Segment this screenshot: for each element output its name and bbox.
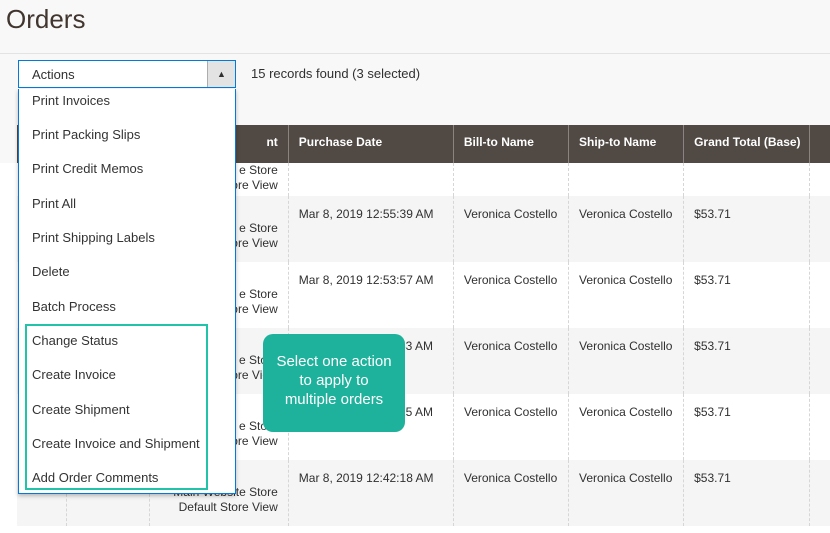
row-bill-to-cell: Veronica Costello xyxy=(452,196,568,262)
row-ship-to-cell: Veronica Costello xyxy=(568,328,683,394)
row-ship-to-cell: Veronica Costello xyxy=(567,196,683,262)
callout-line1: Select one action xyxy=(276,353,392,370)
row-extra-cell xyxy=(809,394,830,460)
row-extra-cell xyxy=(808,262,830,328)
row-bill-to-cell: Veronica Costello xyxy=(452,460,568,526)
row-ship-to-cell: Veronica Costello xyxy=(567,262,683,328)
row-store-line1: e Store xyxy=(239,163,278,177)
menu-item-print-all[interactable]: Print All xyxy=(32,196,76,211)
caret-up-icon[interactable]: ▲ xyxy=(207,61,235,87)
header-divider xyxy=(0,53,830,54)
row-store-line2: ore View xyxy=(231,434,278,448)
row-store-line2: ore View xyxy=(231,178,278,192)
row-total-cell: $53.71 xyxy=(683,262,809,328)
column-header-bill-to-name[interactable]: Bill-to Name xyxy=(452,125,568,163)
callout-line3: multiple orders xyxy=(284,391,384,408)
menu-item-print-invoices[interactable]: Print Invoices xyxy=(32,93,110,108)
row-total-cell: $53.71 xyxy=(683,394,809,460)
row-total-cell: $53.71 xyxy=(683,196,809,262)
row-total-cell: $53.71 xyxy=(683,328,809,394)
row-store-line1: e Store xyxy=(239,287,278,301)
row-store-line2: ore View xyxy=(231,302,278,316)
row-bill-to-cell xyxy=(452,163,568,196)
annotation-callout: Select one action to apply to multiple o… xyxy=(263,334,405,432)
page-title: Orders xyxy=(6,4,86,34)
row-store-line1: e Store xyxy=(239,221,278,235)
row-ship-to-cell: Veronica Costello xyxy=(567,460,683,526)
row-date-cell: Mar 8, 2019 12:55:39 AM xyxy=(287,196,453,262)
column-header-extra[interactable] xyxy=(808,125,830,163)
row-extra-cell xyxy=(808,196,830,262)
actions-dropdown[interactable]: Actions ▲ xyxy=(18,60,236,88)
row-extra-cell xyxy=(809,328,830,394)
row-store-line2: ore View xyxy=(231,236,278,250)
menu-item-print-credit-memos[interactable]: Print Credit Memos xyxy=(32,161,143,176)
actions-label: Actions xyxy=(32,67,75,82)
column-header-grand-total[interactable]: Grand Total (Base) xyxy=(683,125,809,163)
row-total-cell: $53.71 xyxy=(683,460,809,526)
row-store-line2: Default Store View xyxy=(178,500,278,514)
row-total-cell xyxy=(683,163,809,196)
row-extra-cell xyxy=(808,460,830,526)
row-date-cell xyxy=(287,163,453,196)
column-header-ship-to-name[interactable]: Ship-to Name xyxy=(567,125,683,163)
row-extra-cell xyxy=(808,163,830,196)
menu-item-batch-process[interactable]: Batch Process xyxy=(32,299,116,314)
records-found-count: 15 records found (3 selected) xyxy=(251,66,421,81)
row-ship-to-cell: Veronica Costello xyxy=(568,394,683,460)
column-header-purchase-date[interactable]: Purchase Date xyxy=(287,125,453,163)
row-date-cell: Mar 8, 2019 12:42:18 AM xyxy=(287,460,453,526)
menu-item-print-shipping-labels[interactable]: Print Shipping Labels xyxy=(32,230,155,245)
row-date-cell: Mar 8, 2019 12:53:57 AM xyxy=(287,262,453,328)
row-bill-to-cell: Veronica Costello xyxy=(452,394,568,460)
callout-line2: to apply to xyxy=(299,372,369,389)
menu-item-print-packing-slips[interactable]: Print Packing Slips xyxy=(32,127,140,142)
highlight-box xyxy=(25,324,208,490)
row-ship-to-cell xyxy=(567,163,683,196)
row-bill-to-cell: Veronica Costello xyxy=(452,328,568,394)
menu-item-delete[interactable]: Delete xyxy=(32,264,70,279)
row-bill-to-cell: Veronica Costello xyxy=(452,262,568,328)
